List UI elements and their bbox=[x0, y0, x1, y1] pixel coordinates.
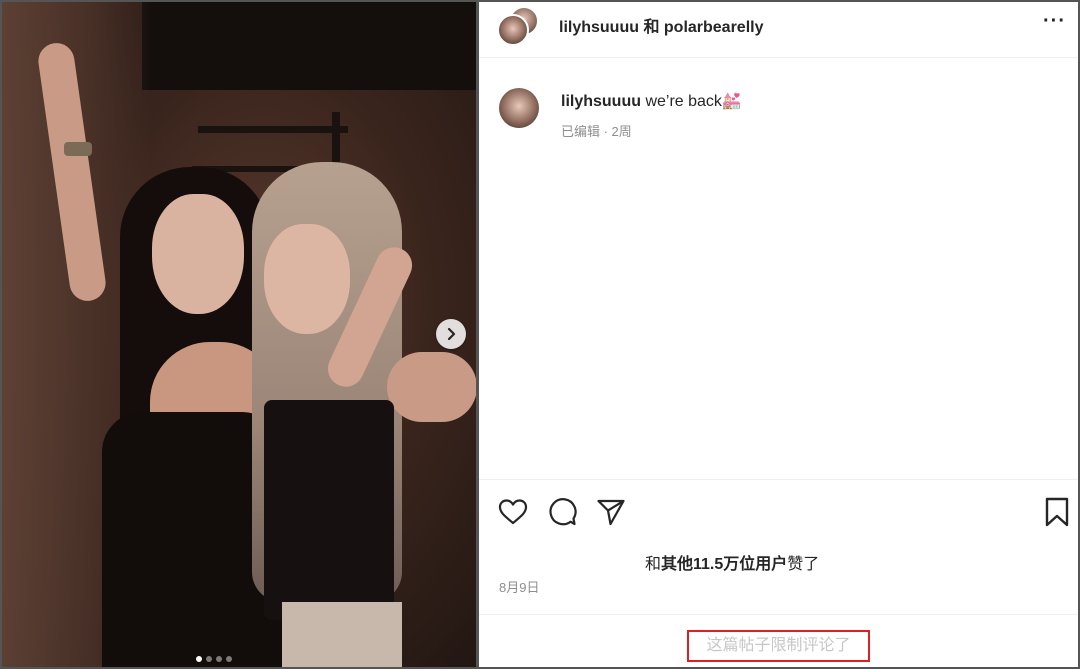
carousel-dot bbox=[206, 656, 212, 662]
carousel-dot bbox=[196, 656, 202, 662]
photo-person-arm bbox=[387, 352, 476, 422]
collab-avatars[interactable] bbox=[497, 6, 543, 46]
photo-person-face bbox=[264, 224, 350, 334]
likes-prefix: 和 bbox=[645, 556, 662, 573]
bookmark-icon[interactable] bbox=[1042, 496, 1072, 528]
avatar[interactable] bbox=[497, 14, 529, 46]
next-slide-button[interactable] bbox=[436, 319, 466, 349]
divider bbox=[479, 614, 1078, 615]
post-date: 8月9日 bbox=[499, 580, 540, 595]
post-authors[interactable]: lilyhsuuuu 和 polarbearelly bbox=[559, 13, 764, 37]
divider bbox=[479, 479, 1078, 480]
caption-line: lilyhsuuuu we’re back💒 bbox=[561, 91, 742, 111]
caption-meta: 已编辑 · 2周 bbox=[561, 124, 632, 139]
carousel-dot bbox=[216, 656, 222, 662]
photo-person-top bbox=[264, 400, 394, 620]
photo-person-face bbox=[152, 194, 244, 314]
share-icon[interactable] bbox=[595, 496, 627, 528]
likes-suffix: 赞了 bbox=[787, 556, 820, 573]
likes-others[interactable]: 其他11.5万位用户 bbox=[661, 556, 787, 573]
likes-count[interactable]: 和其他11.5万位用户赞了 bbox=[645, 550, 819, 574]
photo-watch bbox=[64, 142, 92, 156]
post-media[interactable] bbox=[0, 0, 478, 669]
post-details-panel: lilyhsuuuu 和 polarbearelly ··· lilyhsuuu… bbox=[478, 0, 1080, 669]
action-bar bbox=[497, 496, 627, 528]
chevron-right-icon bbox=[447, 327, 456, 341]
heart-icon[interactable] bbox=[497, 496, 529, 528]
photo-bar bbox=[198, 126, 348, 133]
carousel-indicator bbox=[196, 656, 232, 662]
comments-limited-notice: 这篇帖子限制评论了 bbox=[687, 630, 870, 662]
carousel-dot bbox=[226, 656, 232, 662]
caption-text: we’re back💒 bbox=[641, 93, 742, 110]
comment-icon[interactable] bbox=[546, 496, 578, 528]
avatar[interactable] bbox=[499, 88, 539, 128]
photo-ceiling bbox=[142, 2, 476, 90]
photo-person-pants bbox=[282, 602, 402, 667]
post-header: lilyhsuuuu 和 polarbearelly ··· bbox=[479, 2, 1078, 58]
more-options-icon[interactable]: ··· bbox=[1043, 10, 1066, 33]
caption-username[interactable]: lilyhsuuuu bbox=[561, 93, 641, 110]
